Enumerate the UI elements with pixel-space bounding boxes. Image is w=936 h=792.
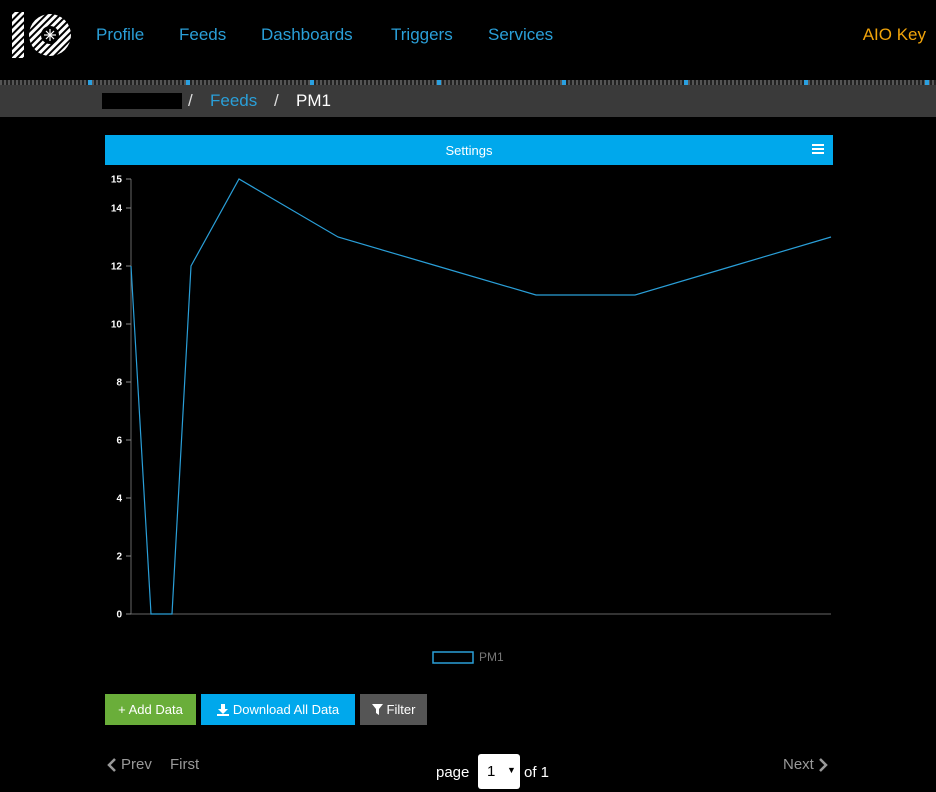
chevron-left-icon (107, 757, 116, 772)
y-tick-label: 10 (111, 320, 123, 331)
chevron-right-icon (818, 757, 828, 772)
page-label: page (436, 764, 470, 781)
y-tick-label: 8 (116, 378, 122, 389)
download-all-data-button[interactable]: Download All Data (201, 694, 355, 725)
page-count: of 1 (524, 764, 550, 781)
page-select[interactable]: 1 ▼ (478, 754, 520, 789)
download-icon (216, 703, 229, 716)
y-tick-label: 4 (116, 494, 122, 505)
first-label: First (170, 756, 200, 773)
y-tick-label: 15 (111, 175, 123, 186)
y-tick-label: 12 (111, 262, 123, 273)
next-page-link[interactable]: Next (783, 756, 829, 773)
filter-button[interactable]: Filter (360, 694, 427, 725)
y-tick-label: 0 (116, 610, 122, 621)
prev-label: Prev (121, 756, 152, 773)
prev-page-link[interactable]: Prev (106, 756, 152, 773)
y-tick-label: 2 (116, 552, 122, 563)
filter-label: Filter (386, 702, 416, 717)
add-data-label: + Add Data (118, 702, 183, 717)
pm1-line-chart: 0 2 4 6 8 10 12 14 15 PM1 (111, 175, 832, 664)
next-label: Next (783, 756, 814, 773)
first-page-link[interactable]: First (170, 756, 199, 773)
caret-down-icon: ▼ (507, 765, 516, 775)
y-tick-label: 6 (116, 436, 122, 447)
legend-swatch (432, 651, 474, 664)
legend-label: PM1 (479, 650, 504, 664)
y-tick-label: 14 (111, 204, 123, 215)
filter-icon (371, 704, 383, 715)
add-data-button[interactable]: + Add Data (105, 694, 196, 725)
page-select-value: 1 (487, 763, 496, 780)
download-label: Download All Data (232, 702, 340, 717)
series-line-pm1 (130, 178, 832, 615)
